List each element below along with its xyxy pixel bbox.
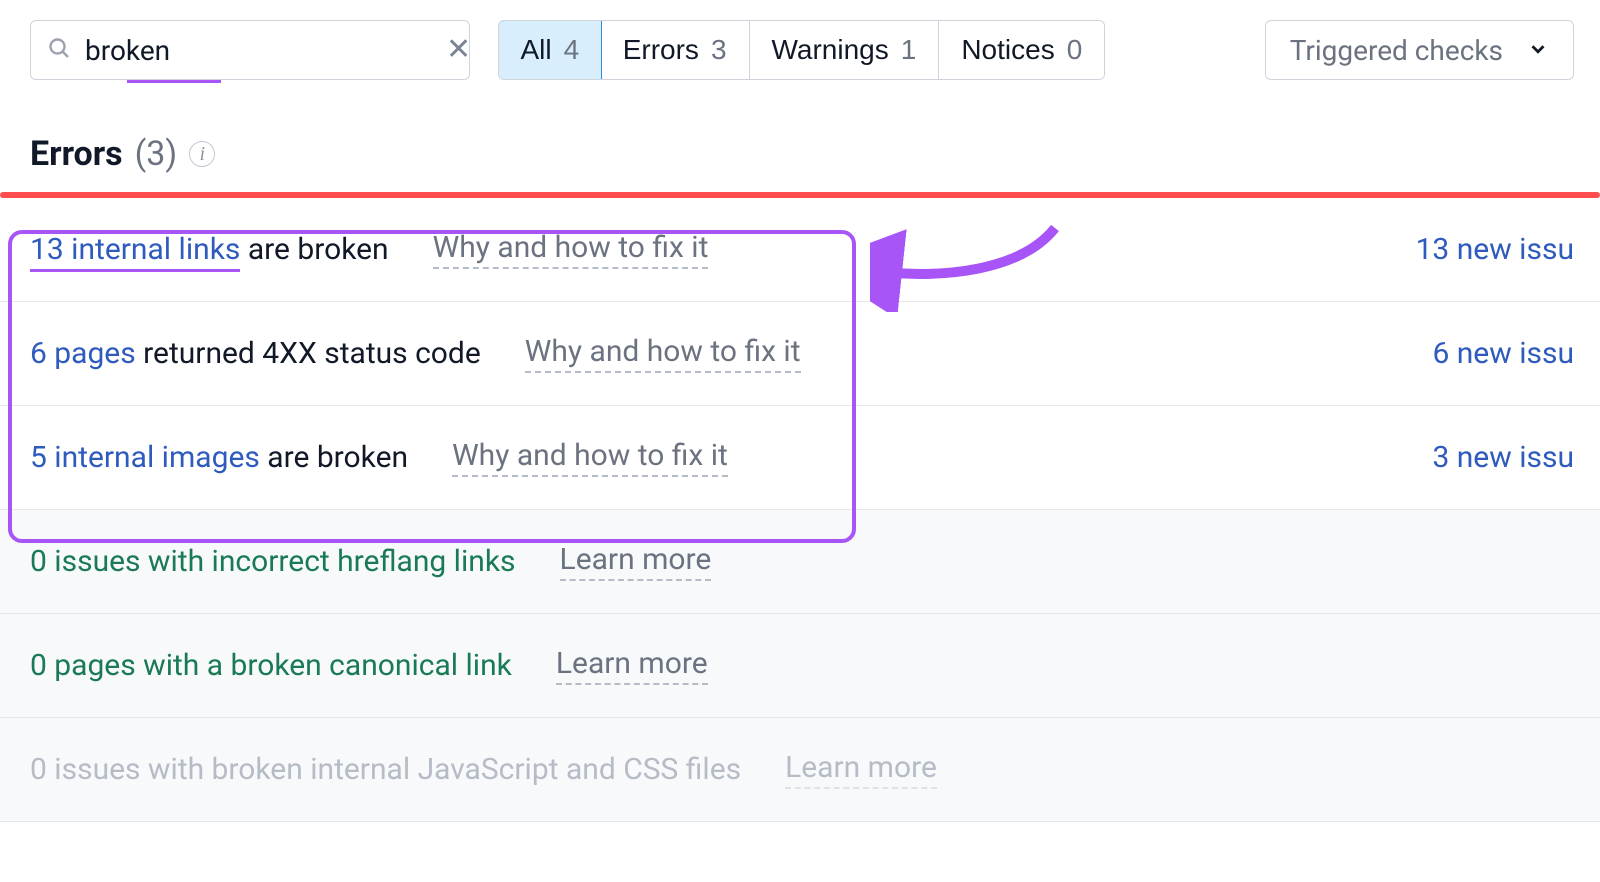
issue-text: returned 4XX status code xyxy=(136,336,481,371)
highlight-underline xyxy=(127,80,221,83)
tab-count: 0 xyxy=(1067,34,1083,66)
new-issues-link[interactable]: 3 new issu xyxy=(1432,440,1574,475)
tab-errors[interactable]: Errors 3 xyxy=(601,21,750,79)
learn-more-link[interactable]: Learn more xyxy=(556,646,708,685)
zero-issue-row: 0 issues with incorrect hreflang links L… xyxy=(0,510,1600,614)
tab-label: Warnings xyxy=(772,34,889,66)
section-title: Errors xyxy=(30,134,123,174)
issue-link[interactable]: 6 pages xyxy=(30,336,136,371)
search-input[interactable] xyxy=(85,34,442,67)
tab-count: 4 xyxy=(564,34,580,66)
issue-text: are broken xyxy=(260,440,408,475)
tab-count: 3 xyxy=(711,34,727,66)
zero-issue-text: 0 issues with incorrect hreflang links xyxy=(30,544,516,579)
tab-count: 1 xyxy=(901,34,917,66)
tab-warnings[interactable]: Warnings 1 xyxy=(750,21,940,79)
triggered-checks-dropdown[interactable]: Triggered checks xyxy=(1265,20,1574,80)
learn-more-link[interactable]: Learn more xyxy=(560,542,712,581)
learn-more-link[interactable]: Learn more xyxy=(785,750,937,789)
issue-row[interactable]: 6 pages returned 4XX status code Why and… xyxy=(0,302,1600,406)
new-issues-link[interactable]: 13 new issu xyxy=(1416,232,1574,267)
tab-notices[interactable]: Notices 0 xyxy=(939,21,1104,79)
zero-issue-row: 0 pages with a broken canonical link Lea… xyxy=(0,614,1600,718)
dropdown-label: Triggered checks xyxy=(1290,34,1503,67)
help-link[interactable]: Why and how to fix it xyxy=(525,334,801,373)
section-count: (3) xyxy=(135,134,178,174)
search-box[interactable]: ✕ xyxy=(30,20,470,80)
clear-search-button[interactable]: ✕ xyxy=(442,31,475,69)
tab-label: All xyxy=(521,34,552,66)
zero-issue-text: 0 pages with a broken canonical link xyxy=(30,648,512,683)
info-icon[interactable]: i xyxy=(189,141,215,167)
zero-issue-text: 0 issues with broken internal JavaScript… xyxy=(30,752,741,787)
tab-all[interactable]: All 4 xyxy=(498,20,602,80)
close-icon: ✕ xyxy=(446,33,471,66)
issue-text: are broken xyxy=(240,232,388,267)
new-issues-link[interactable]: 6 new issu xyxy=(1432,336,1574,371)
section-heading: Errors (3) i xyxy=(0,100,1600,192)
issue-row[interactable]: 5 internal images are broken Why and how… xyxy=(0,406,1600,510)
help-link[interactable]: Why and how to fix it xyxy=(452,438,728,477)
search-icon xyxy=(47,36,71,64)
chevron-down-icon xyxy=(1527,34,1549,67)
issue-link[interactable]: 13 internal links xyxy=(30,232,240,272)
filter-tabs: All 4 Errors 3 Warnings 1 Notices 0 xyxy=(498,20,1105,80)
tab-label: Notices xyxy=(961,34,1054,66)
tab-label: Errors xyxy=(623,34,699,66)
help-link[interactable]: Why and how to fix it xyxy=(433,230,709,269)
zero-issue-row: 0 issues with broken internal JavaScript… xyxy=(0,718,1600,822)
issue-link[interactable]: 5 internal images xyxy=(30,440,260,475)
issue-row[interactable]: 13 internal links are broken Why and how… xyxy=(0,198,1600,302)
